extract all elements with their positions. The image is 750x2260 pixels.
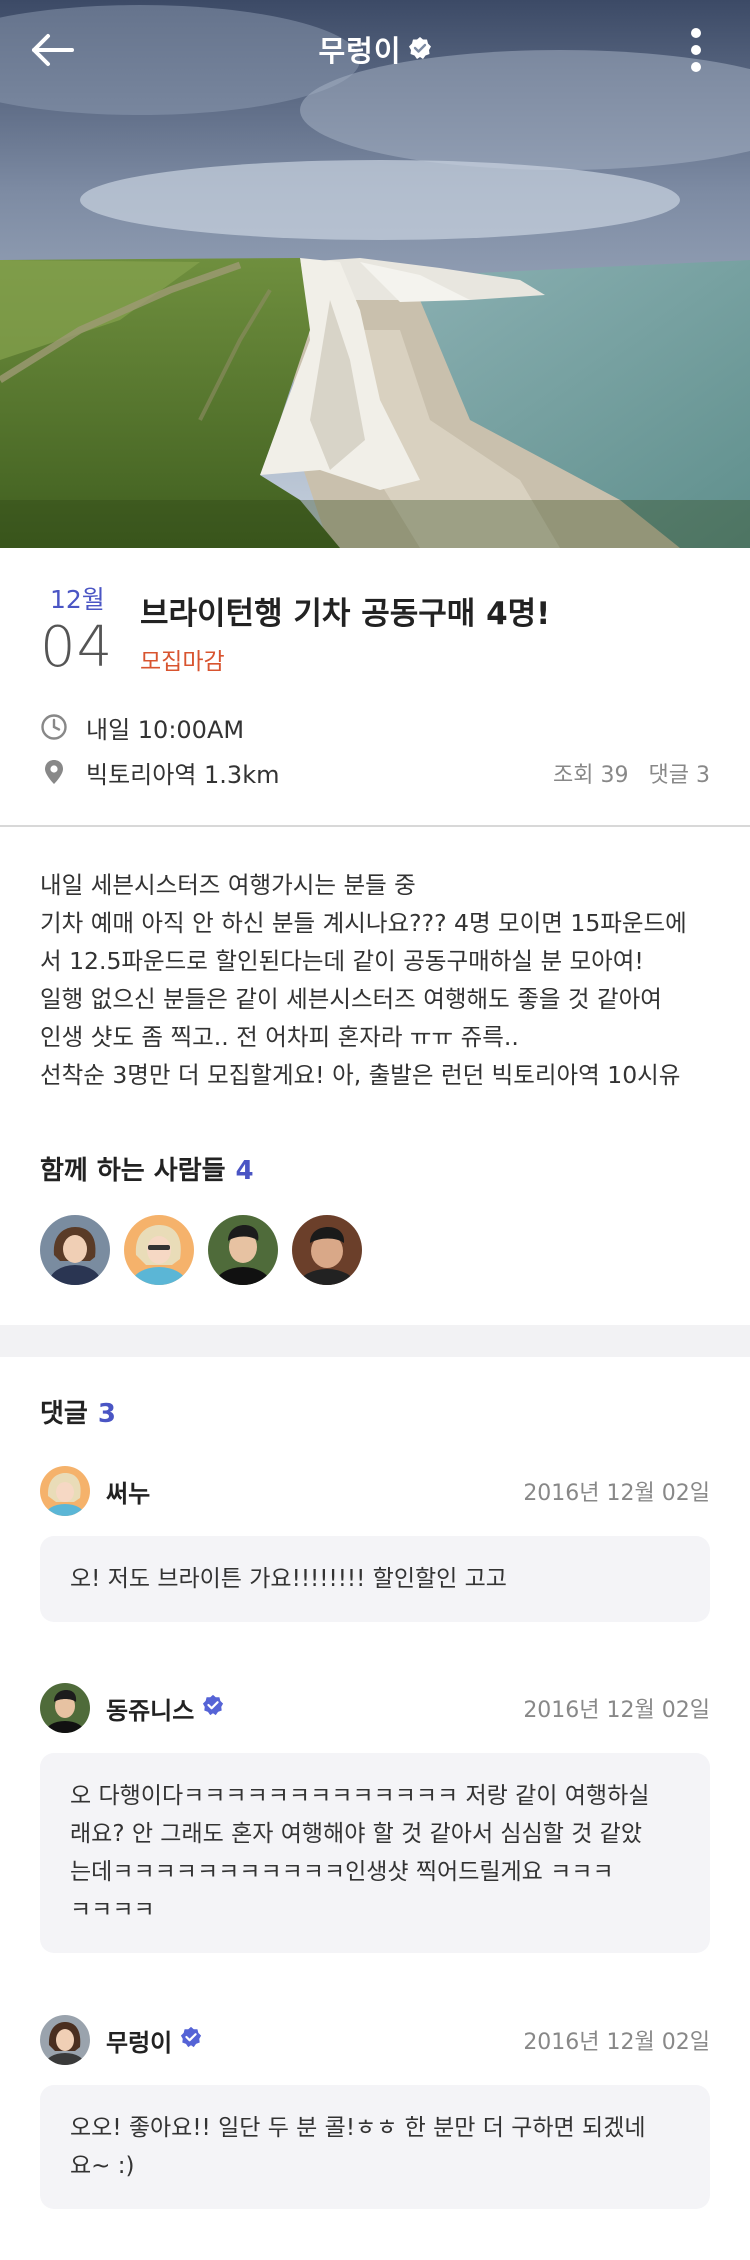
- commenter-name[interactable]: 동쥬니스: [106, 1691, 224, 1726]
- comment-text-line: ㅋㅋㅋㅋ: [70, 1897, 155, 1923]
- more-menu-button[interactable]: [676, 24, 716, 76]
- header-title: 무렁이: [0, 28, 750, 70]
- event-month: 12월: [50, 585, 105, 614]
- members-count: 4: [235, 1156, 254, 1186]
- description-line: 인생 샷도 좀 찍고.. 전 어차피 혼자라 ㅠㅠ 쥬륵..: [40, 1023, 519, 1051]
- commenter-avatar[interactable]: [40, 1466, 90, 1516]
- comment-header: 동쥬니스 2016년 12월 02일: [40, 1683, 710, 1733]
- description-line: 일행 없으신 분들은 같이 세븐시스터즈 여행해도 좋을 것 같아여: [40, 985, 662, 1013]
- event-stats: 조회 39 댓글 3: [533, 757, 710, 789]
- comment-text-line: 오! 저도 브라이튼 가요!!!!!!!! 할인할인 고고: [70, 1566, 507, 1592]
- member-avatar[interactable]: [208, 1215, 278, 1285]
- comments-title: 댓글: [40, 1399, 88, 1429]
- members-title: 함께 하는 사람들: [40, 1156, 226, 1186]
- comment-date: 2016년 12월 02일: [523, 2030, 710, 2055]
- commenter-avatar[interactable]: [40, 1683, 90, 1733]
- comment-header: 써누 2016년 12월 02일: [40, 1466, 710, 1516]
- clock-icon: [40, 713, 68, 741]
- comment-header: 무렁이 2016년 12월 02일: [40, 2015, 710, 2065]
- event-day: 04: [40, 615, 114, 680]
- comments-heading: 댓글 3: [40, 1393, 116, 1430]
- commenter-name-text: 동쥬니스: [106, 1696, 195, 1725]
- event-status-badge: 모집마감: [140, 649, 225, 675]
- commenter-name[interactable]: 써누: [106, 1474, 150, 1509]
- comment-text-line: 래요? 안 그래도 혼자 여행해야 할 것 같아서 심심할 것 같았: [70, 1821, 642, 1847]
- event-title: 브라이턴행 기차 공동구매 4명!: [140, 596, 551, 632]
- member-avatar-list: [40, 1215, 376, 1285]
- comment-bubble: 오오! 좋아요!! 일단 두 분 콜!ㅎㅎ 한 분만 더 구하면 되겠네 요~ …: [40, 2085, 710, 2209]
- more-vertical-icon: [691, 28, 701, 72]
- verified-badge-icon: [180, 2026, 202, 2054]
- verified-badge-icon: [202, 1694, 224, 1722]
- description-line: 내일 세븐시스터즈 여행가시는 분들 중: [40, 871, 416, 899]
- top-bar: 무렁이: [0, 0, 750, 100]
- member-avatar[interactable]: [292, 1215, 362, 1285]
- header-title-text: 무렁이: [318, 34, 402, 68]
- section-separator: [0, 1325, 750, 1357]
- comment-text-line: 요~ :): [70, 2153, 135, 2179]
- member-avatar[interactable]: [40, 1215, 110, 1285]
- comment-bubble: 오! 저도 브라이튼 가요!!!!!!!! 할인할인 고고: [40, 1536, 710, 1622]
- location-pin-icon: [40, 758, 68, 786]
- event-date: 12월 04: [40, 580, 130, 678]
- member-avatar[interactable]: [124, 1215, 194, 1285]
- view-count: 조회 39: [553, 763, 629, 788]
- event-description: 내일 세븐시스터즈 여행가시는 분들 중 기차 예매 아직 안 하신 분들 계시…: [40, 866, 720, 1094]
- commenter-avatar[interactable]: [40, 2015, 90, 2065]
- comments-count: 3: [97, 1399, 116, 1429]
- description-line: 서 12.5파운드로 할인된다는데 같이 공동구매하실 분 모아여!: [40, 947, 644, 975]
- commenter-name[interactable]: 무렁이: [106, 2023, 202, 2058]
- comment-bubble: 오 다행이다ㅋㅋㅋㅋㅋㅋㅋㅋㅋㅋㅋㅋㅋ 저랑 같이 여행하실 래요? 안 그래도…: [40, 1753, 710, 1953]
- comment-text-line: 오오! 좋아요!! 일단 두 분 콜!ㅎㅎ 한 분만 더 구하면 되겠네: [70, 2115, 646, 2141]
- divider: [0, 825, 750, 827]
- comment-text-line: 는데ㅋㅋㅋㅋㅋㅋㅋㅋㅋㅋㅋ인생샷 찍어드릴게요 ㅋㅋㅋ: [70, 1859, 614, 1885]
- description-line: 선착순 3명만 더 모집할게요! 아, 출발은 런던 빅토리아역 10시유: [40, 1061, 681, 1089]
- commenter-name-text: 무렁이: [106, 2028, 173, 2057]
- comment-count: 댓글 3: [648, 763, 710, 788]
- event-location: 빅토리아역 1.3km: [86, 760, 280, 789]
- comment-date: 2016년 12월 02일: [523, 1698, 710, 1723]
- event-location-row[interactable]: 빅토리아역 1.3km: [40, 755, 279, 789]
- members-heading: 함께 하는 사람들 4: [40, 1150, 254, 1187]
- event-time-row: 내일 10:00AM: [40, 710, 244, 744]
- description-line: 기차 예매 아직 안 하신 분들 계시나요??? 4명 모이면 15파운드에: [40, 909, 687, 937]
- comment-text-line: 오 다행이다ㅋㅋㅋㅋㅋㅋㅋㅋㅋㅋㅋㅋㅋ 저랑 같이 여행하실: [70, 1783, 650, 1809]
- verified-badge-icon: [408, 33, 432, 67]
- event-time: 내일 10:00AM: [86, 715, 245, 744]
- comment-date: 2016년 12월 02일: [523, 1481, 710, 1506]
